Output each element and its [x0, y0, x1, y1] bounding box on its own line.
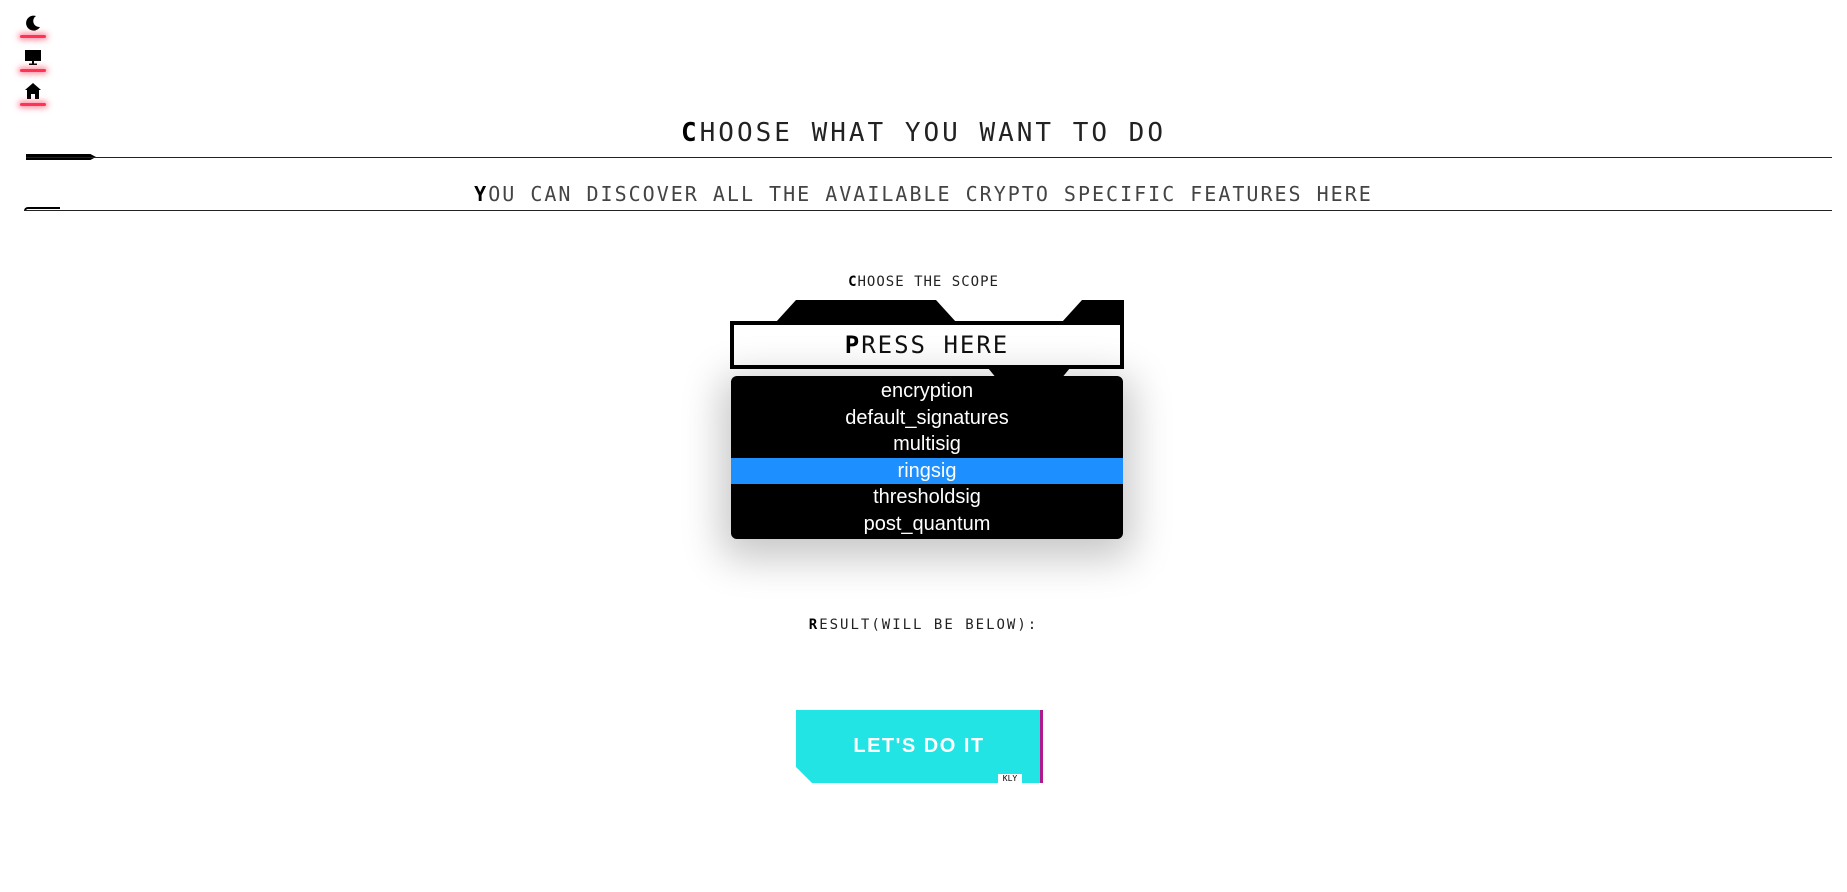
top-icon-bar	[20, 12, 46, 114]
scope-select-initial: P	[844, 331, 862, 359]
scope-select-button[interactable]: P RESS HERE	[730, 321, 1124, 369]
scope-label-initial: C	[848, 274, 858, 290]
select-frame-tab-left	[776, 300, 956, 322]
button-tag: KLY	[998, 774, 1022, 784]
page-title-initial: C	[681, 118, 700, 148]
monitor-icon[interactable]	[20, 46, 46, 72]
scope-label: CHOOSE THE SCOPE	[0, 274, 1847, 290]
result-label-initial: R	[808, 617, 820, 633]
page-title: CHOOSE WHAT YOU WANT TO DO	[0, 118, 1847, 148]
scope-option-thresholdsig[interactable]: thresholdsig	[731, 484, 1123, 511]
scope-option-default-signatures[interactable]: default_signatures	[731, 405, 1123, 432]
result-label-text: ESULT(WILL BE BELOW):	[819, 617, 1039, 633]
scope-option-encryption[interactable]: encryption	[731, 378, 1123, 405]
scope-option-ringsig[interactable]: ringsig	[731, 457, 1123, 484]
page-subtitle-initial: Y	[474, 182, 489, 206]
scope-option-multisig[interactable]: multisig	[731, 431, 1123, 458]
scope-select-label: RESS HERE	[861, 331, 1010, 359]
select-frame-tab-bottom	[988, 368, 1070, 376]
subtitle-rule	[24, 210, 1832, 211]
title-rule	[26, 157, 1832, 158]
page-subtitle: YOU CAN DISCOVER ALL THE AVAILABLE CRYPT…	[0, 182, 1847, 206]
select-frame-tab-right	[1062, 300, 1124, 322]
lets-do-it-label: LET'S DO IT	[853, 735, 985, 757]
button-edge-accent	[1040, 710, 1043, 783]
scope-label-text: HOOSE THE SCOPE	[857, 274, 999, 290]
page-title-text: HOOSE WHAT YOU WANT TO DO	[699, 118, 1166, 148]
page-subtitle-text: OU CAN DISCOVER ALL THE AVAILABLE CRYPTO…	[488, 182, 1373, 206]
home-icon[interactable]	[20, 80, 46, 106]
scope-option-post-quantum[interactable]: post_quantum	[731, 511, 1123, 538]
scope-select: P RESS HERE	[730, 300, 1124, 378]
moon-icon[interactable]	[20, 12, 46, 38]
result-label: RESULT(WILL BE BELOW):	[0, 617, 1847, 633]
scope-dropdown-list: encryption default_signatures multisig r…	[731, 376, 1123, 539]
lets-do-it-button[interactable]: LET'S DO IT	[796, 710, 1042, 783]
